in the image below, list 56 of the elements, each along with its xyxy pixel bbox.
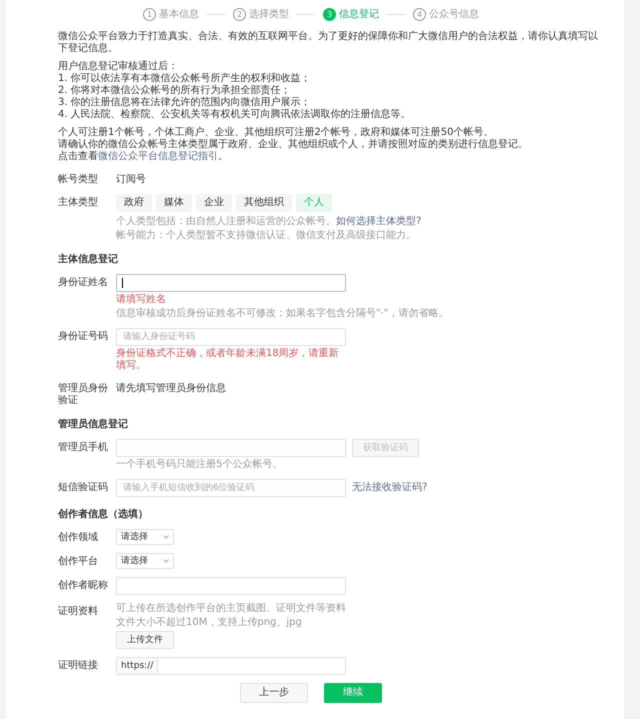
step-label: 公众号信息 <box>429 8 479 20</box>
section-heading: 主体信息登记 <box>58 254 119 266</box>
hint-text: 可上传在所选创作平台的主页截图、证明文件等资料 <box>116 603 346 615</box>
step-label: 选择类型 <box>249 8 289 20</box>
rule-text: 请确认你的微信公众帐号主体类型属于政府、企业、其他组织或个人，并请按照对应的类别进行信息登记。 <box>58 139 529 150</box>
help-link[interactable]: 如何选择主体类型? <box>336 216 422 227</box>
status-text: 请先填写管理员身份信息 <box>116 382 226 395</box>
section-heading: 创作者信息（选填） <box>58 509 149 521</box>
field-label: 创作者昵称 <box>58 578 109 593</box>
select-dropdown[interactable]: 请选择 <box>116 553 174 569</box>
field-label: 身份证姓名 <box>58 276 109 290</box>
list-item: 4. 人民法院、检察院、公安机关等有权机关可向腾讯依法调取你的注册信息等。 <box>58 109 412 121</box>
step-number: 1 <box>143 8 156 21</box>
subject-type-option[interactable]: 媒体 <box>156 194 192 212</box>
input-field[interactable]: 请输入身份证号码 <box>116 328 346 346</box>
guide-text: 点击查看微信公众平台信息登记指引。 <box>58 151 229 163</box>
subject-type-option[interactable]: 其他组织 <box>236 194 292 212</box>
back-button[interactable]: 上一步 <box>240 683 308 703</box>
field-label: 证明资料 <box>58 604 99 619</box>
help-text: 个人类型包括：由自然人注册和运营的公众帐号。如何选择主体类型? <box>116 216 422 228</box>
field-label: 证明链接 <box>58 658 99 673</box>
subject-type-option[interactable]: 企业 <box>196 194 232 212</box>
step-label: 基本信息 <box>159 8 199 20</box>
field-label: 帐号类型 <box>58 172 99 186</box>
help-link[interactable]: 无法接收验证码? <box>352 482 428 494</box>
list-title: 用户信息登记审核通过后： <box>58 61 179 72</box>
step-number: 4 <box>413 8 426 21</box>
section-heading: 管理员信息登记 <box>58 419 129 431</box>
field-label: 管理员手机 <box>58 440 109 455</box>
field-label: 短信验证码 <box>58 481 109 495</box>
error-message: 身份证格式不正确，或者年龄未满18周岁，请重新填写。 <box>116 348 340 372</box>
field-label: 创作领域 <box>58 530 99 545</box>
guide-link[interactable]: 微信公众平台信息登记指引 <box>98 151 218 162</box>
intro-text: 微信公众平台致力于打造真实、合法、有效的互联网平台。为了更好的保障你和广大微信用户的合法权益，请你认真填写以下登记信息。 <box>58 31 599 55</box>
hint-text: 文件大小不超过10M，支持上传png、jpg <box>116 617 303 629</box>
input-field[interactable]: 请输入手机短信收到的6位验证码 <box>116 479 346 497</box>
select-dropdown[interactable]: 请选择 <box>116 529 174 545</box>
url-input-field[interactable]: https:// <box>116 657 346 675</box>
upload-button[interactable]: 上传文件 <box>116 631 174 649</box>
field-label: 管理员身份验证 <box>58 382 109 407</box>
step-number: 2 <box>233 8 246 21</box>
step-number: 3 <box>323 8 336 21</box>
list-item: 3. 你的注册信息将在法律允许的范围内向微信用户展示； <box>58 97 312 108</box>
field-label: 主体类型 <box>58 196 99 210</box>
list-item: 2. 你将对本微信公众帐号的所有行为承担全部责任； <box>58 85 292 96</box>
account-type-value: 订阅号 <box>116 173 146 186</box>
error-message: 请填写姓名 <box>116 294 167 306</box>
ability-text: 帐号能力：个人类型暂不支持微信认证、微信支付及高级接口能力。 <box>116 230 417 242</box>
rule-text: 个人可注册1个帐号，个体工商户、企业、其他组织可注册2个帐号，政府和媒体可注册50个帐号。 <box>58 127 494 138</box>
step-label: 信息登记 <box>339 8 379 20</box>
hint-text: 信息审核成功后身份证姓名不可修改；如果名字包含分隔号"·"，请勿省略。 <box>116 308 448 320</box>
list-item: 1. 你可以依法享有本微信公众帐号所产生的权利和收益； <box>58 73 312 84</box>
field-label: 身份证号码 <box>58 330 109 344</box>
subject-type-option[interactable]: 政府 <box>116 194 152 212</box>
hint-text: 一个手机号码只能注册5个公众帐号。 <box>116 459 284 471</box>
field-label: 创作平台 <box>58 554 99 569</box>
